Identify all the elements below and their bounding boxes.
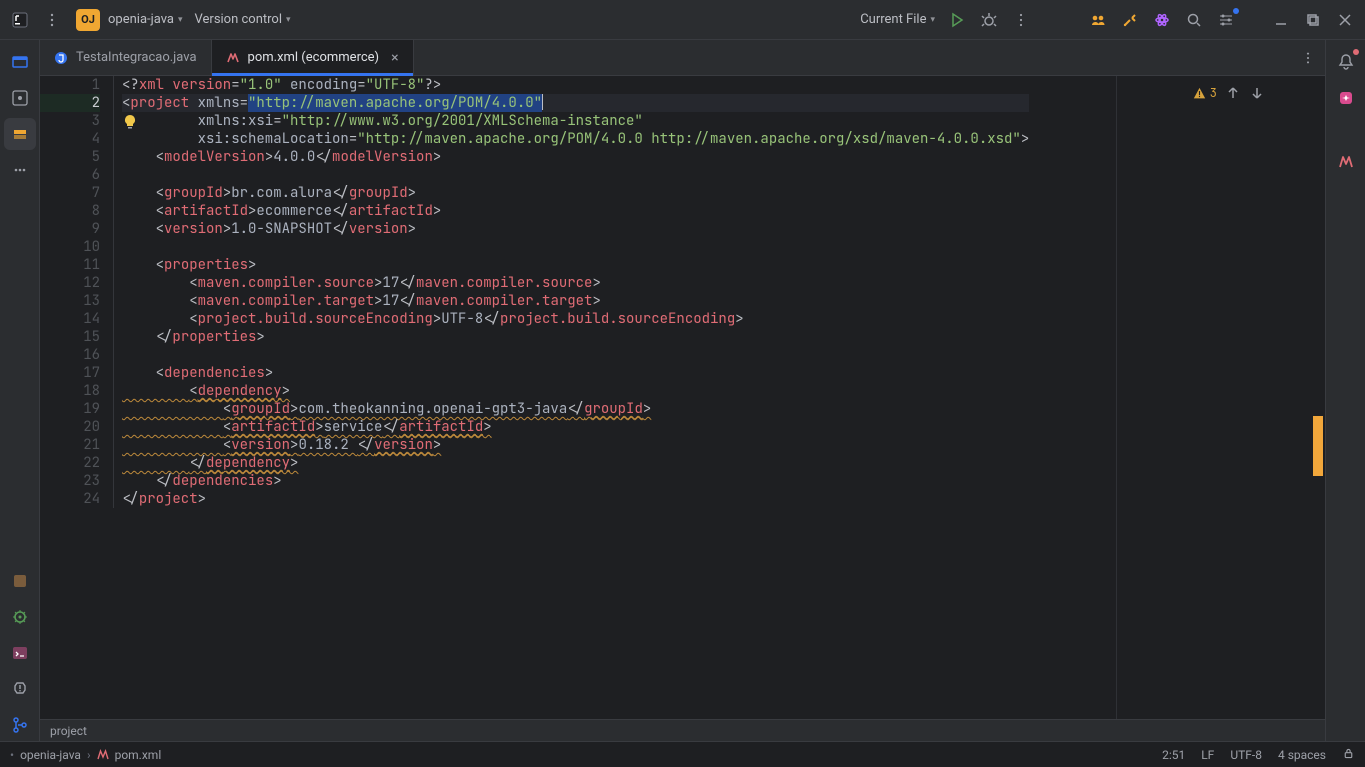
git-tool-button[interactable] bbox=[4, 709, 36, 741]
vcs-menu-label: Version control bbox=[195, 12, 283, 27]
tab-label: TestaIntegracao.java bbox=[76, 50, 197, 65]
file-encoding[interactable]: UTF-8 bbox=[1230, 748, 1262, 762]
editor-tabs: TestaIntegracao.java pom.xml (ecommerce)… bbox=[40, 40, 1325, 76]
database-tool-button[interactable] bbox=[4, 565, 36, 597]
close-window-button[interactable] bbox=[1331, 6, 1359, 34]
prev-highlight-button[interactable] bbox=[1225, 85, 1241, 101]
next-highlight-button[interactable] bbox=[1249, 85, 1265, 101]
app-logo-button[interactable] bbox=[6, 6, 34, 34]
main-menu-button[interactable] bbox=[38, 6, 66, 34]
project-tool-label: project bbox=[50, 724, 87, 738]
right-toolbar bbox=[1325, 40, 1365, 741]
maximize-window-button[interactable] bbox=[1299, 6, 1327, 34]
ide-tools-button[interactable] bbox=[1115, 6, 1145, 34]
status-bar: • openia-java › pom.xml 2:51 LF UTF-8 4 … bbox=[0, 741, 1365, 767]
project-menu[interactable]: openia-java ▾ bbox=[104, 12, 187, 27]
debug-button[interactable] bbox=[975, 6, 1003, 34]
ai-side-button[interactable] bbox=[1330, 82, 1362, 114]
code-with-me-button[interactable] bbox=[1083, 6, 1113, 34]
ai-assist-button[interactable] bbox=[1147, 6, 1177, 34]
breadcrumb[interactable]: • openia-java › pom.xml bbox=[10, 748, 161, 762]
vcs-menu[interactable]: Version control ▾ bbox=[191, 12, 295, 27]
run-more-button[interactable] bbox=[1007, 6, 1035, 34]
project-name-label: openia-java bbox=[108, 12, 174, 27]
crumb-project: openia-java bbox=[20, 748, 81, 762]
titlebar: OJ openia-java ▾ Version control ▾ Curre… bbox=[0, 0, 1365, 40]
chevron-down-icon: ▾ bbox=[178, 15, 183, 25]
indent-setting[interactable]: 4 spaces bbox=[1278, 748, 1326, 762]
caret-position[interactable]: 2:51 bbox=[1162, 748, 1185, 762]
tab-pom[interactable]: pom.xml (ecommerce) × bbox=[212, 40, 414, 75]
line-number-gutter[interactable]: 123456789101112131415161718192021222324 bbox=[40, 76, 114, 508]
chevron-down-icon: ▾ bbox=[286, 15, 291, 25]
code-editor[interactable]: 123456789101112131415161718192021222324 … bbox=[40, 76, 1311, 719]
search-button[interactable] bbox=[1179, 6, 1209, 34]
close-tab-button[interactable]: × bbox=[391, 50, 398, 66]
left-toolbar bbox=[0, 40, 40, 741]
warning-icon bbox=[1193, 87, 1206, 100]
intention-bulb-icon[interactable] bbox=[122, 114, 138, 130]
run-config-menu[interactable]: Current File ▾ bbox=[856, 12, 939, 27]
inspection-widget[interactable]: 3 bbox=[1193, 84, 1265, 102]
warnings-count: 3 bbox=[1210, 84, 1217, 102]
java-file-icon bbox=[54, 51, 68, 65]
maven-file-icon bbox=[97, 749, 109, 761]
problems-tool-button[interactable] bbox=[4, 673, 36, 705]
minimize-window-button[interactable] bbox=[1267, 6, 1295, 34]
right-margin-guide bbox=[1116, 76, 1117, 719]
project-tool-button[interactable] bbox=[4, 46, 36, 78]
notifications-button[interactable] bbox=[1330, 46, 1362, 78]
readonly-lock-icon[interactable] bbox=[1342, 747, 1355, 763]
structure-tool-button[interactable] bbox=[4, 82, 36, 114]
line-ending[interactable]: LF bbox=[1201, 748, 1214, 762]
tabs-options-button[interactable] bbox=[1291, 40, 1325, 75]
settings-button[interactable] bbox=[1211, 6, 1241, 34]
project-badge: OJ bbox=[76, 9, 100, 31]
tab-label: pom.xml (ecommerce) bbox=[248, 50, 380, 65]
services-tool-button[interactable] bbox=[4, 601, 36, 633]
tab-testaintegracao[interactable]: TestaIntegracao.java bbox=[40, 40, 212, 75]
more-tools-button[interactable] bbox=[4, 154, 36, 186]
code-content[interactable]: <?xml version="1.0" encoding="UTF-8"?><p… bbox=[114, 76, 1029, 508]
project-tool-footer[interactable]: project bbox=[40, 719, 1325, 741]
maven-file-icon bbox=[226, 51, 240, 65]
terminal-tool-button[interactable] bbox=[4, 637, 36, 669]
chevron-down-icon: ▾ bbox=[930, 15, 935, 25]
crumb-file: pom.xml bbox=[115, 748, 162, 762]
run-button[interactable] bbox=[943, 6, 971, 34]
maven-tool-button[interactable] bbox=[1330, 146, 1362, 178]
run-config-label: Current File bbox=[860, 12, 926, 27]
error-stripe[interactable] bbox=[1311, 76, 1325, 719]
warning-marker[interactable] bbox=[1313, 416, 1323, 476]
bookmarks-tool-button[interactable] bbox=[4, 118, 36, 150]
